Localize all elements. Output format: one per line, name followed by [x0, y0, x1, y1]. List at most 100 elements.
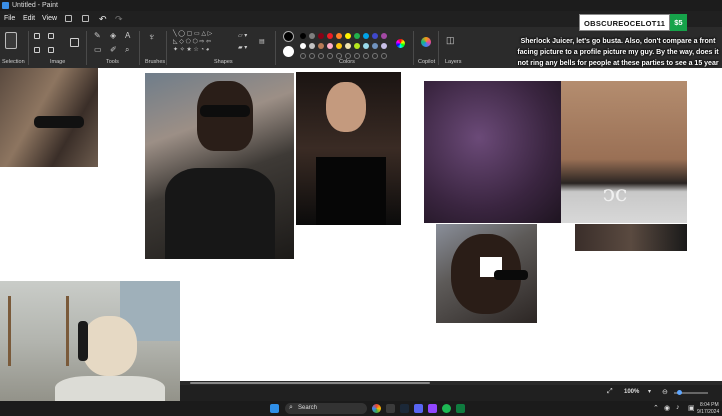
donor-name: OBSCUREOCELOT11 — [579, 14, 671, 31]
file-explorer-icon[interactable] — [386, 404, 395, 413]
flip-icon[interactable] — [48, 47, 54, 53]
tray-app-icon[interactable]: ▣ — [688, 404, 695, 412]
secondary-color-swatch[interactable] — [283, 46, 294, 57]
color-swatch[interactable] — [354, 43, 360, 49]
zoom-out-icon[interactable]: ⊖ — [662, 388, 668, 396]
custom-color-slot[interactable] — [300, 53, 306, 59]
redo-icon[interactable]: ↷ — [115, 11, 123, 27]
image-select-icon[interactable] — [70, 38, 79, 47]
tray-chevron-icon[interactable]: ⌃ — [653, 404, 659, 412]
outline-icon[interactable]: ▱ ▾ — [238, 33, 247, 39]
text-icon[interactable]: A — [125, 32, 130, 40]
color-swatch[interactable] — [381, 43, 387, 49]
clock-date[interactable]: 9/17/2024 — [697, 409, 719, 415]
resize-icon[interactable] — [48, 33, 54, 39]
primary-color-swatch[interactable] — [283, 31, 294, 42]
color-swatch[interactable] — [345, 43, 351, 49]
color-swatch[interactable] — [336, 33, 342, 39]
spotify-icon[interactable] — [442, 404, 451, 413]
webcam-overlay — [0, 281, 180, 416]
color-swatch[interactable] — [300, 43, 306, 49]
undo-icon[interactable]: ↶ — [99, 11, 107, 27]
custom-color-slot[interactable] — [327, 53, 333, 59]
start-icon[interactable] — [270, 404, 279, 413]
twitch-icon[interactable] — [428, 404, 437, 413]
pasted-photo-6[interactable] — [575, 224, 687, 251]
color-swatch[interactable] — [327, 33, 333, 39]
volume-icon[interactable]: ♪ — [676, 404, 680, 411]
selection-tool-icon[interactable] — [5, 32, 17, 49]
color-swatch[interactable] — [309, 33, 315, 39]
steam-icon[interactable] — [400, 404, 409, 413]
donation-amount: $5 — [670, 14, 687, 31]
custom-color-slot[interactable] — [318, 53, 324, 59]
crop-icon[interactable] — [34, 33, 40, 39]
color-swatch[interactable] — [300, 33, 306, 39]
pasted-photo-5[interactable]: ↄc — [561, 81, 687, 223]
network-icon[interactable]: ◉ — [664, 404, 670, 412]
jacket-detail — [165, 168, 275, 259]
pasted-photo-7[interactable] — [436, 224, 537, 323]
color-picker-icon[interactable]: ✐ — [110, 46, 117, 54]
zoom-slider[interactable] — [674, 390, 708, 395]
group-label-image: Image — [50, 59, 66, 65]
ribbon-divider — [86, 31, 87, 65]
share-icon[interactable] — [82, 15, 89, 22]
shape-options-icon[interactable]: ▤ — [259, 39, 265, 45]
status-bar: ⤢ 100% ▾ ⊖ — [180, 385, 722, 401]
color-swatch[interactable] — [318, 33, 324, 39]
color-swatch[interactable] — [354, 33, 360, 39]
custom-color-slot[interactable] — [381, 53, 387, 59]
pasted-photo-4[interactable] — [424, 81, 561, 223]
pasted-photo-2[interactable] — [145, 73, 294, 259]
menu-file[interactable]: File — [4, 11, 15, 27]
zoom-slider-handle[interactable] — [677, 390, 682, 395]
group-label-tools: Tools — [106, 59, 119, 65]
fit-to-window-icon[interactable]: ⤢ — [607, 388, 613, 396]
color-swatch[interactable] — [372, 33, 378, 39]
zoom-level[interactable]: 100% — [624, 389, 639, 395]
windows-taskbar: ⌕ Search ⌃ ◉ ♪ ▣ 8:04 PM 9/17/2024 — [0, 401, 722, 416]
ribbon-divider — [275, 31, 276, 65]
menu-edit[interactable]: Edit — [23, 11, 35, 27]
fill-icon[interactable]: ◈ — [110, 32, 116, 40]
magnifier-icon[interactable]: ⌕ — [125, 46, 129, 54]
fill-style-icon[interactable]: ▰ ▾ — [238, 45, 247, 51]
copilot-icon[interactable] — [421, 37, 431, 47]
eyeglasses-detail — [494, 270, 528, 280]
eraser-icon[interactable]: ▭ — [94, 46, 102, 54]
pencil-icon[interactable]: ✎ — [94, 32, 101, 40]
color-swatch[interactable] — [318, 43, 324, 49]
custom-color-slot[interactable] — [372, 53, 378, 59]
search-icon: ⌕ — [289, 404, 293, 411]
color-swatch[interactable] — [363, 43, 369, 49]
pasted-photo-1[interactable] — [0, 68, 98, 167]
color-swatch[interactable] — [345, 33, 351, 39]
color-swatch[interactable] — [381, 33, 387, 39]
discord-icon[interactable] — [414, 404, 423, 413]
group-label-colors: Colors — [339, 59, 355, 65]
zoom-dropdown-icon[interactable]: ▾ — [648, 388, 651, 395]
edit-colors-icon[interactable] — [396, 39, 405, 48]
scrollbar-thumb[interactable] — [190, 382, 430, 384]
app-icon[interactable] — [456, 404, 465, 413]
custom-color-slot[interactable] — [363, 53, 369, 59]
color-swatch[interactable] — [309, 43, 315, 49]
pasted-photo-3[interactable] — [296, 72, 401, 225]
taskbar-search-box[interactable]: ⌕ Search — [285, 403, 367, 414]
eyeglasses-detail — [200, 105, 250, 117]
ribbon-divider — [438, 31, 439, 65]
color-swatch[interactable] — [372, 43, 378, 49]
save-icon[interactable] — [65, 15, 72, 22]
menu-view[interactable]: View — [42, 11, 57, 27]
clock-time[interactable]: 8:04 PM — [700, 402, 719, 408]
chrome-icon[interactable] — [372, 404, 381, 413]
brush-icon[interactable]: ♆ — [148, 33, 156, 43]
rotate-icon[interactable] — [34, 47, 40, 53]
layers-icon[interactable]: ◫ — [446, 36, 455, 45]
color-swatch[interactable] — [363, 33, 369, 39]
custom-color-slot[interactable] — [309, 53, 315, 59]
color-swatch[interactable] — [336, 43, 342, 49]
shelf-detail — [8, 296, 69, 366]
color-swatch[interactable] — [327, 43, 333, 49]
